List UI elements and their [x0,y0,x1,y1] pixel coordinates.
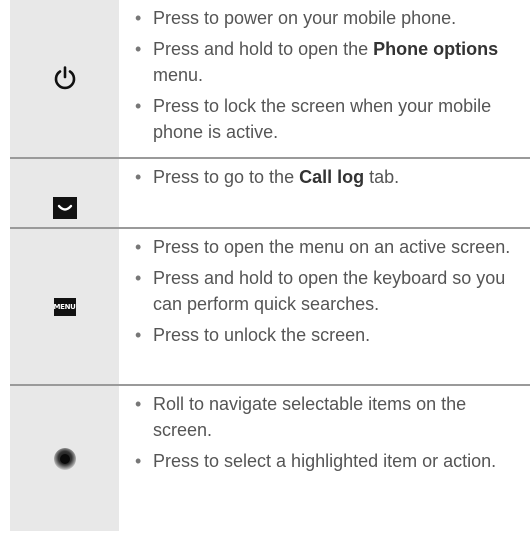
text-segment: Press and hold to open the keyboard so y… [153,268,506,314]
icon-cell: MENU [10,229,119,384]
list-item: Roll to navigate selectable items on the… [135,391,522,443]
description-cell: Press to open the menu on an active scre… [119,229,530,384]
list-item: Press to go to the Call log tab. [135,164,522,190]
menu-key-label: MENU [53,302,76,311]
text-segment: Press to go to the [153,167,300,187]
bold-term: Call log [299,167,365,187]
text-segment: Press to lock the screen when your mobil… [153,96,492,142]
bullet-list: Press to open the menu on an active scre… [135,234,522,348]
list-item: Press to select a highlighted item or ac… [135,448,522,474]
bullet-list: Roll to navigate selectable items on the… [135,391,522,474]
power-icon [53,65,77,92]
text-segment: Press to select a highlighted item or ac… [153,451,497,471]
description-cell: Press to go to the Call log tab. [119,159,530,227]
list-item: Press and hold to open the keyboard so y… [135,265,522,317]
call-log-key-icon [52,197,77,219]
list-item: Press to power on your mobile phone. [135,5,522,31]
bold-term: Phone options [373,39,499,59]
list-item: Press and hold to open the Phone options… [135,36,522,88]
text-segment: Roll to navigate selectable items on the… [153,394,467,440]
trackball-icon [53,447,77,471]
description-cell: Roll to navigate selectable items on the… [119,386,530,531]
bullet-list: Press to go to the Call log tab. [135,164,522,190]
text-segment: Press and hold to open the [153,39,374,59]
text-segment: Press to unlock the screen. [153,325,371,345]
list-item: Press to unlock the screen. [135,322,522,348]
text-segment: Press to open the menu on an active scre… [153,237,511,257]
menu-key-icon: MENU [53,297,76,316]
text-segment: tab. [364,167,400,187]
list-item: Press to open the menu on an active scre… [135,234,522,260]
icon-cell [10,159,119,227]
icon-cell [10,386,119,531]
text-segment: menu. [153,65,204,85]
text-segment: Press to power on your mobile phone. [153,8,457,28]
table-row-trackball: Roll to navigate selectable items on the… [10,386,530,531]
key-functions-table: Press to power on your mobile phone. Pres… [10,0,530,531]
list-item: Press to lock the screen when your mobil… [135,93,522,145]
table-row-call-log-key: Press to go to the Call log tab. [10,159,530,229]
bullet-list: Press to power on your mobile phone. Pres… [135,5,522,145]
table-row-menu-key: MENU Press to open the menu on an active… [10,229,530,386]
table-row-power-key: Press to power on your mobile phone. Pres… [10,0,530,159]
icon-cell [10,0,119,157]
description-cell: Press to power on your mobile phone. Pres… [119,0,530,157]
